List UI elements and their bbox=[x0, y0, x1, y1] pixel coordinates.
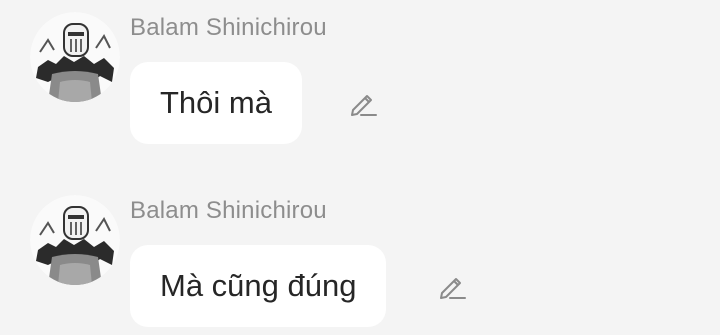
chat-message: Balam Shinichirou Mà cũng đúng bbox=[0, 195, 720, 335]
manga-character-avatar-icon bbox=[30, 12, 120, 102]
message-text: Mà cũng đúng bbox=[160, 268, 357, 303]
message-bubble[interactable]: Thôi mà bbox=[130, 62, 302, 144]
author-name: Balam Shinichirou bbox=[130, 197, 327, 224]
avatar[interactable] bbox=[30, 195, 120, 285]
chat-message: Balam Shinichirou Thôi mà bbox=[0, 12, 720, 152]
message-bubble[interactable]: Mà cũng đúng bbox=[130, 245, 387, 327]
edit-message-button[interactable] bbox=[436, 271, 468, 303]
edit-pencil-icon bbox=[351, 95, 377, 116]
manga-character-avatar-icon bbox=[30, 195, 120, 285]
edit-message-button[interactable] bbox=[347, 88, 379, 120]
message-text: Thôi mà bbox=[160, 85, 272, 120]
author-name: Balam Shinichirou bbox=[130, 14, 327, 41]
avatar[interactable] bbox=[30, 12, 120, 102]
edit-pencil-icon bbox=[440, 278, 466, 299]
